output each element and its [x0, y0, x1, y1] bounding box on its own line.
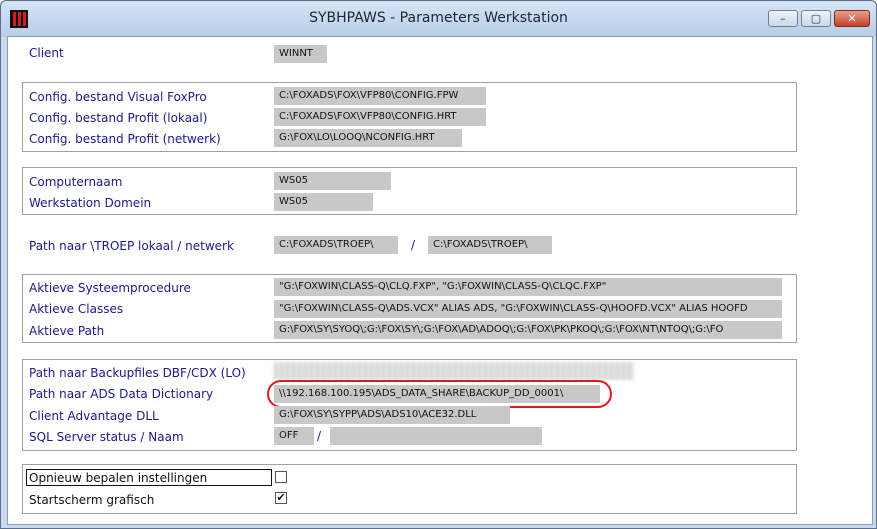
client-label: Client [29, 46, 64, 60]
checkmark-icon: ✔ [276, 491, 286, 504]
dll-field[interactable]: G:\FOX\SY\SYPP\ADS\ADS10\ACE32.DLL [274, 406, 510, 424]
maximize-button[interactable]: ▢ [801, 10, 831, 27]
active-procedure-field[interactable]: "G:\FOXWIN\CLASS-Q\CLQ.FXP", "G:\FOXWIN\… [274, 278, 782, 296]
title-bar[interactable]: SYBHPAWS - Parameters Werkstation – ▢ ✕ [1, 1, 876, 37]
dll-label: Client Advantage DLL [29, 409, 159, 423]
active-classes-field[interactable]: "G:\FOXWIN\CLASS-Q\ADS.VCX" ALIAS ADS, "… [274, 300, 782, 318]
form-body: Client WINNT Config. bestand Visual FoxP… [7, 36, 873, 525]
reset-settings-checkbox[interactable] [275, 471, 287, 483]
client-field[interactable]: WINNT [274, 45, 327, 63]
troep-label: Path naar \TROEP lokaal / netwerk [29, 239, 234, 253]
active-path-label: Aktieve Path [29, 324, 105, 338]
config-profit-netwerk-field[interactable]: G:\FOX\LO\LOOQ\NCONFIG.HRT [274, 129, 462, 147]
dictionary-label: Path naar ADS Data Dictionary [29, 387, 214, 401]
computer-name-field[interactable]: WS05 [274, 172, 391, 190]
domain-field[interactable]: WS05 [274, 193, 373, 211]
troep-netwerk-field[interactable]: C:\FOXADS\TROEP\ [428, 236, 552, 254]
window: SYBHPAWS - Parameters Werkstation – ▢ ✕ … [0, 0, 877, 529]
domain-label: Werkstation Domein [29, 196, 152, 210]
minimize-icon: – [780, 12, 786, 25]
sql-name-field[interactable] [330, 427, 542, 445]
active-classes-label: Aktieve Classes [29, 302, 124, 316]
close-button[interactable]: ✕ [834, 10, 870, 27]
config-profit-netwerk-label: Config. bestand Profit (netwerk) [29, 132, 221, 146]
maximize-icon: ▢ [810, 12, 822, 25]
close-icon: ✕ [847, 12, 857, 25]
troep-separator: / [411, 238, 416, 252]
backup-path-field-redacted[interactable] [274, 362, 634, 380]
reset-settings-label[interactable]: Opnieuw bepalen instellingen [29, 471, 207, 485]
config-profit-lokaal-label: Config. bestand Profit (lokaal) [29, 111, 208, 125]
sql-label: SQL Server status / Naam [29, 430, 184, 444]
window-title: SYBHPAWS - Parameters Werkstation [309, 10, 568, 26]
startscreen-checkbox[interactable]: ✔ [275, 492, 287, 504]
config-vfp-field[interactable]: C:\FOXADS\FOX\VFP80\CONFIG.FPW [274, 87, 486, 105]
config-vfp-label: Config. bestand Visual FoxPro [29, 90, 207, 104]
sql-status-field[interactable]: OFF [274, 427, 314, 445]
sql-separator: / [317, 429, 322, 443]
active-procedure-label: Aktieve Systeemprocedure [29, 281, 191, 295]
startscreen-label[interactable]: Startscherm grafisch [29, 493, 154, 507]
computer-name-label: Computernaam [29, 175, 123, 189]
config-profit-lokaal-field[interactable]: C:\FOXADS\FOX\VFP80\CONFIG.HRT [274, 108, 486, 126]
backup-path-label: Path naar Backupfiles DBF/CDX (LO) [29, 366, 246, 380]
minimize-button[interactable]: – [768, 10, 798, 27]
troep-lokaal-field[interactable]: C:\FOXADS\TROEP\ [274, 236, 398, 254]
highlight-annotation [267, 380, 612, 408]
active-path-field[interactable]: G:\FOX\SY\SYOQ\;G:\FOX\SY\;G:\FOX\AD\ADO… [274, 321, 782, 339]
